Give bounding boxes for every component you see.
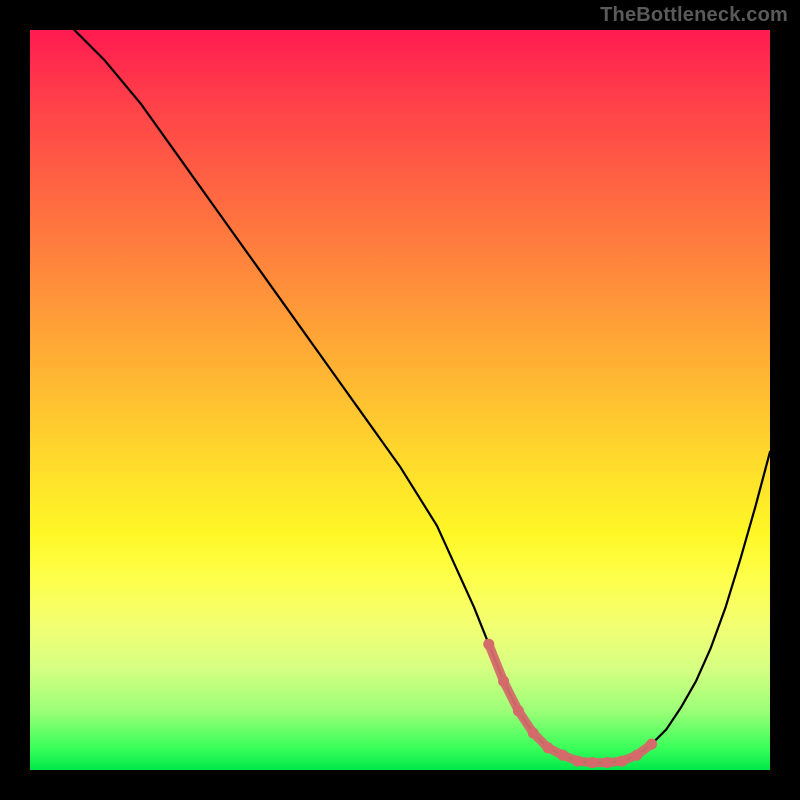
optimum-marker — [572, 756, 583, 767]
optimum-marker — [617, 756, 628, 767]
optimum-marker — [543, 742, 554, 753]
curve-svg — [30, 30, 770, 770]
optimum-marker — [602, 757, 613, 768]
chart-plot-area — [30, 30, 770, 770]
optimum-marker — [528, 728, 539, 739]
watermark-text: TheBottleneck.com — [600, 4, 788, 27]
optimum-marker — [483, 639, 494, 650]
optimum-marker — [557, 750, 568, 761]
optimum-marker — [631, 750, 642, 761]
bottleneck-curve — [74, 30, 770, 763]
optimum-marker — [498, 676, 509, 687]
optimum-marker — [646, 739, 657, 750]
optimum-markers — [483, 639, 657, 768]
optimum-band — [489, 644, 652, 762]
optimum-marker — [513, 705, 524, 716]
optimum-marker — [587, 757, 598, 768]
